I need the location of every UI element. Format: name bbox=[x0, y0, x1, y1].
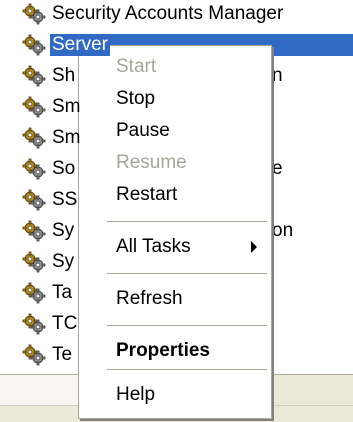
service-name: Ta bbox=[52, 282, 73, 303]
gear-pair-icon bbox=[22, 251, 46, 273]
menu-item-label: Refresh bbox=[116, 288, 183, 309]
gear-pair-icon bbox=[22, 65, 46, 87]
service-name: Sm bbox=[52, 96, 81, 117]
gear-pair-icon bbox=[22, 313, 46, 335]
menu-item-label: Properties bbox=[116, 340, 210, 361]
service-name-tail: e bbox=[272, 158, 283, 179]
gear-pair-icon bbox=[22, 34, 46, 56]
service-name: Server bbox=[50, 34, 110, 56]
menu-item-refresh[interactable]: Refresh bbox=[79, 284, 271, 314]
menu-item-label: Stop bbox=[116, 88, 156, 109]
service-name: Sh bbox=[52, 65, 76, 86]
gear-pair-icon bbox=[22, 220, 46, 242]
menu-separator bbox=[107, 325, 267, 326]
menu-item-label: Start bbox=[116, 56, 157, 77]
service-name: TC bbox=[52, 313, 78, 334]
service-name: Sm bbox=[52, 127, 81, 148]
services-console: Security Accounts Manager Server Sh n Sm… bbox=[0, 0, 353, 422]
gear-pair-icon bbox=[22, 158, 46, 180]
menu-separator bbox=[107, 221, 267, 222]
submenu-arrow-icon bbox=[251, 241, 257, 253]
menu-item-stop[interactable]: Stop bbox=[79, 84, 271, 114]
menu-item-label: All Tasks bbox=[116, 236, 191, 257]
menu-item-properties[interactable]: Properties bbox=[79, 336, 271, 366]
service-row-security-accounts-manager[interactable]: Security Accounts Manager bbox=[0, 0, 353, 28]
menu-item-restart[interactable]: Restart bbox=[79, 180, 271, 210]
context-menu: Start Stop Pause Resume Restart All Task… bbox=[78, 45, 272, 419]
menu-item-label: Help bbox=[116, 384, 156, 405]
menu-item-label: Pause bbox=[116, 120, 170, 141]
gear-pair-icon bbox=[22, 127, 46, 149]
menu-separator bbox=[107, 273, 267, 274]
menu-item-label: Restart bbox=[116, 184, 178, 205]
gear-pair-icon bbox=[22, 282, 46, 304]
service-name: Security Accounts Manager bbox=[52, 3, 284, 24]
menu-item-all-tasks[interactable]: All Tasks bbox=[79, 232, 271, 262]
service-name: So bbox=[52, 158, 76, 179]
gear-pair-icon bbox=[22, 96, 46, 118]
gear-pair-icon bbox=[22, 344, 46, 366]
menu-item-resume[interactable]: Resume bbox=[79, 148, 271, 178]
service-name: Te bbox=[52, 344, 73, 365]
service-name-tail: on bbox=[272, 220, 294, 241]
gear-pair-icon bbox=[22, 3, 46, 25]
service-name: Sy bbox=[52, 251, 75, 272]
service-name-tail: n bbox=[272, 65, 283, 86]
service-name: Sy bbox=[52, 220, 75, 241]
service-name: SS bbox=[52, 189, 78, 210]
menu-item-pause[interactable]: Pause bbox=[79, 116, 271, 146]
menu-item-label: Resume bbox=[116, 152, 187, 173]
menu-separator bbox=[107, 369, 267, 370]
menu-item-start[interactable]: Start bbox=[79, 52, 271, 82]
gear-pair-icon bbox=[22, 189, 46, 211]
menu-item-help[interactable]: Help bbox=[79, 380, 271, 410]
